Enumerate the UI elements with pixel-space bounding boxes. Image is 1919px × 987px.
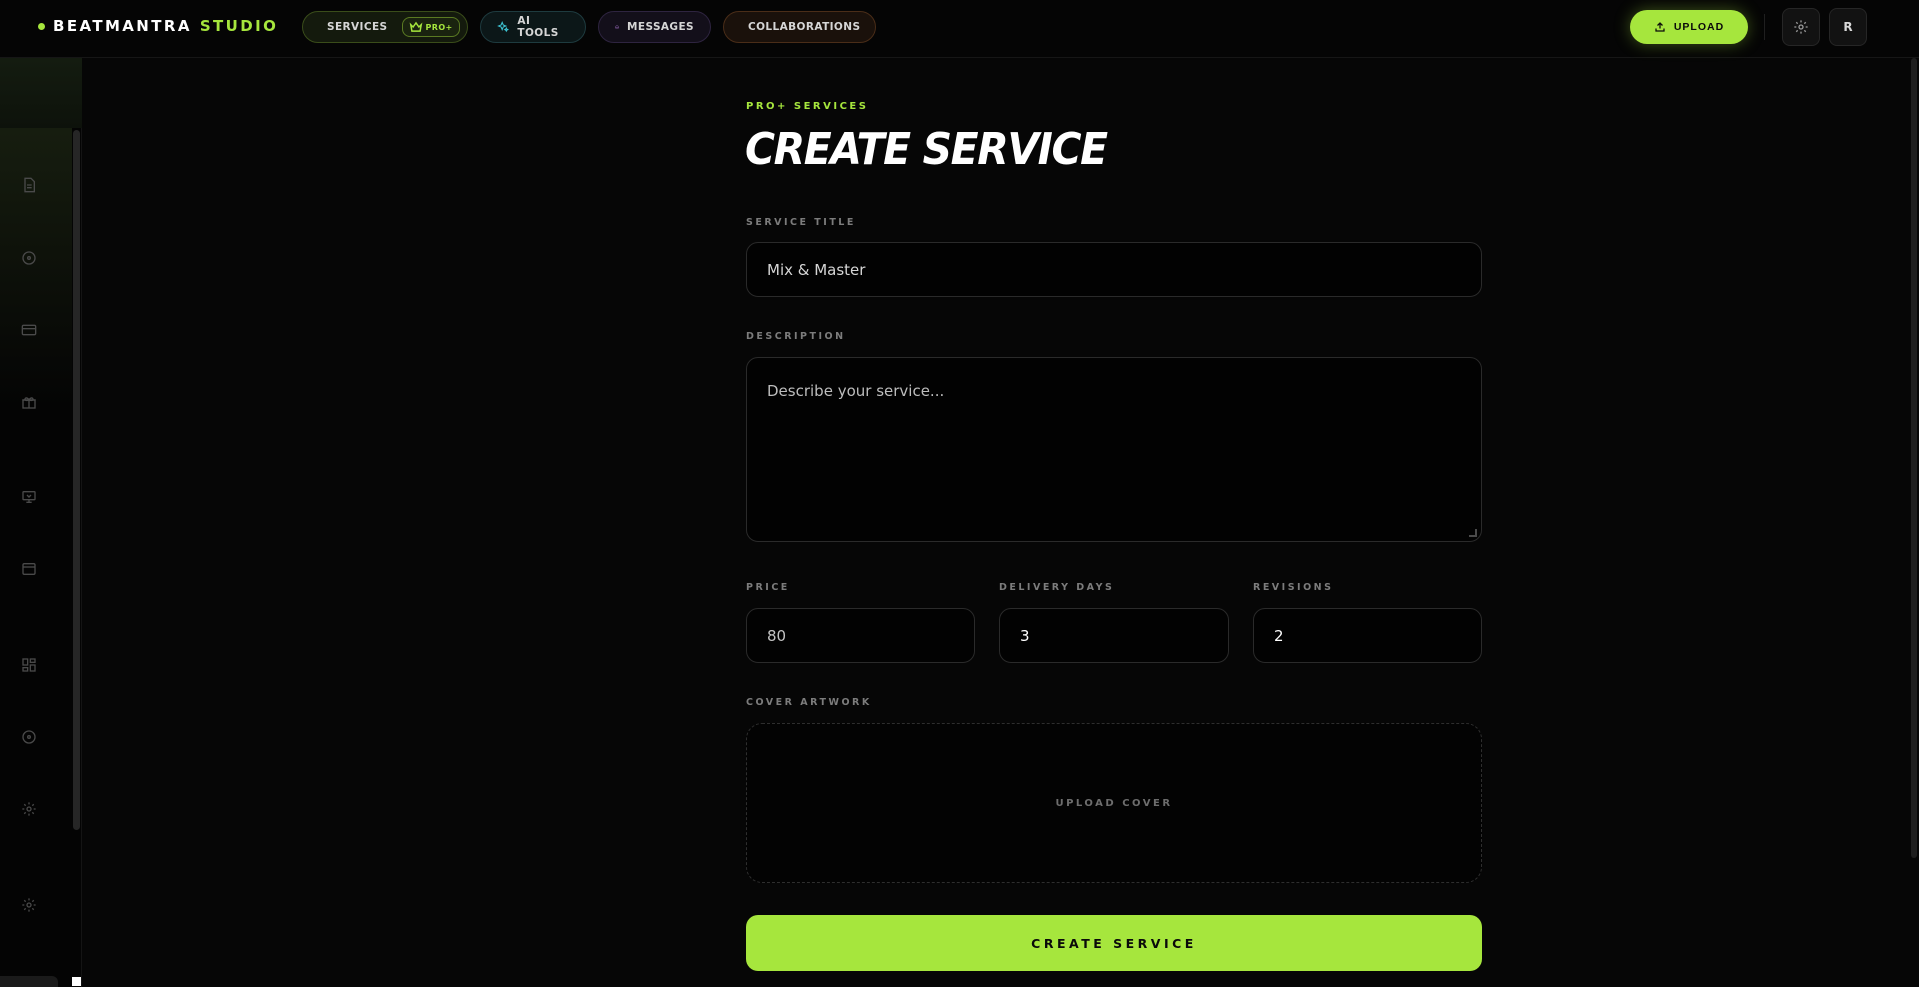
sparkles-icon (497, 20, 510, 33)
revisions-label: REVISIONS (1253, 582, 1334, 593)
inbox-icon (615, 25, 619, 29)
price-input[interactable]: 80 (746, 608, 975, 663)
upload-icon (1655, 22, 1665, 32)
upload-label: UPLOAD (1673, 21, 1725, 33)
service-title-label: SERVICE TITLE (746, 217, 856, 228)
top-bar: BEATMANTRA STUDIO SERVICES PRO+ AI TOOLS… (0, 0, 1919, 58)
create-service-button[interactable]: CREATE SERVICE (746, 915, 1482, 971)
cover-upload-dropzone[interactable]: UPLOAD COVER (746, 723, 1482, 883)
resize-handle-icon[interactable] (1469, 529, 1477, 537)
disc-icon[interactable] (20, 728, 38, 746)
upload-button[interactable]: UPLOAD (1630, 10, 1748, 44)
nav-messages-label: MESSAGES (627, 21, 694, 33)
description-placeholder: Describe your service... (767, 382, 945, 400)
page-scrollbar[interactable] (1911, 58, 1917, 858)
sidebar-footer (0, 976, 58, 987)
nav-ai-tools-label: AI TOOLS (517, 15, 559, 39)
price-label: PRICE (746, 582, 790, 593)
delivery-days-input[interactable]: 3 (999, 608, 1229, 663)
description-textarea[interactable]: Describe your service... (746, 357, 1482, 542)
gear-icon[interactable] (20, 800, 38, 818)
pro-badge-label: PRO+ (425, 22, 453, 32)
document-icon[interactable] (20, 176, 38, 194)
nav-collaborations-label: COLLABORATIONS (748, 21, 861, 33)
nav-messages-button[interactable]: MESSAGES (598, 11, 711, 43)
brand-dot-icon (38, 22, 45, 30)
nav-services-button[interactable]: SERVICES PRO+ (302, 11, 468, 43)
nav-ai-tools-button[interactable]: AI TOOLS (480, 11, 586, 43)
nav-services-label: SERVICES (327, 21, 388, 33)
card-icon[interactable] (20, 321, 38, 339)
sidebar-glow (0, 128, 72, 408)
sidebar-header (0, 58, 82, 128)
brand-suffix: STUDIO (199, 17, 279, 35)
delivery-days-label: DELIVERY DAYS (999, 582, 1115, 593)
service-title-input[interactable]: Mix & Master (746, 242, 1482, 297)
disc-icon[interactable] (20, 249, 38, 267)
crown-icon (409, 21, 422, 32)
settings-button[interactable] (1782, 8, 1820, 46)
sidebar-scrollbar[interactable] (73, 130, 80, 830)
archive-icon[interactable] (20, 560, 38, 578)
corner-marker (72, 977, 81, 986)
brand-logo[interactable]: BEATMANTRA STUDIO (38, 17, 278, 35)
brand-name: BEATMANTRA (53, 17, 192, 35)
upload-cover-label: UPLOAD COVER (1055, 797, 1173, 809)
gear-icon[interactable] (20, 896, 38, 914)
gear-icon (1794, 20, 1808, 34)
avatar[interactable]: R (1829, 8, 1867, 46)
presentation-icon[interactable] (20, 488, 38, 506)
toolbar-divider (1764, 14, 1765, 40)
nav-collaborations-button[interactable]: COLLABORATIONS (723, 11, 876, 43)
page-eyebrow: PRO+ SERVICES (746, 101, 869, 112)
sidebar (0, 58, 82, 987)
dashboard-icon[interactable] (20, 656, 38, 674)
cover-artwork-label: COVER ARTWORK (746, 697, 872, 708)
description-label: DESCRIPTION (746, 331, 846, 342)
pro-badge: PRO+ (401, 17, 460, 37)
gift-icon[interactable] (20, 393, 38, 411)
revisions-input[interactable]: 2 (1253, 608, 1482, 663)
page-title: CREATE SERVICE (745, 124, 1108, 175)
